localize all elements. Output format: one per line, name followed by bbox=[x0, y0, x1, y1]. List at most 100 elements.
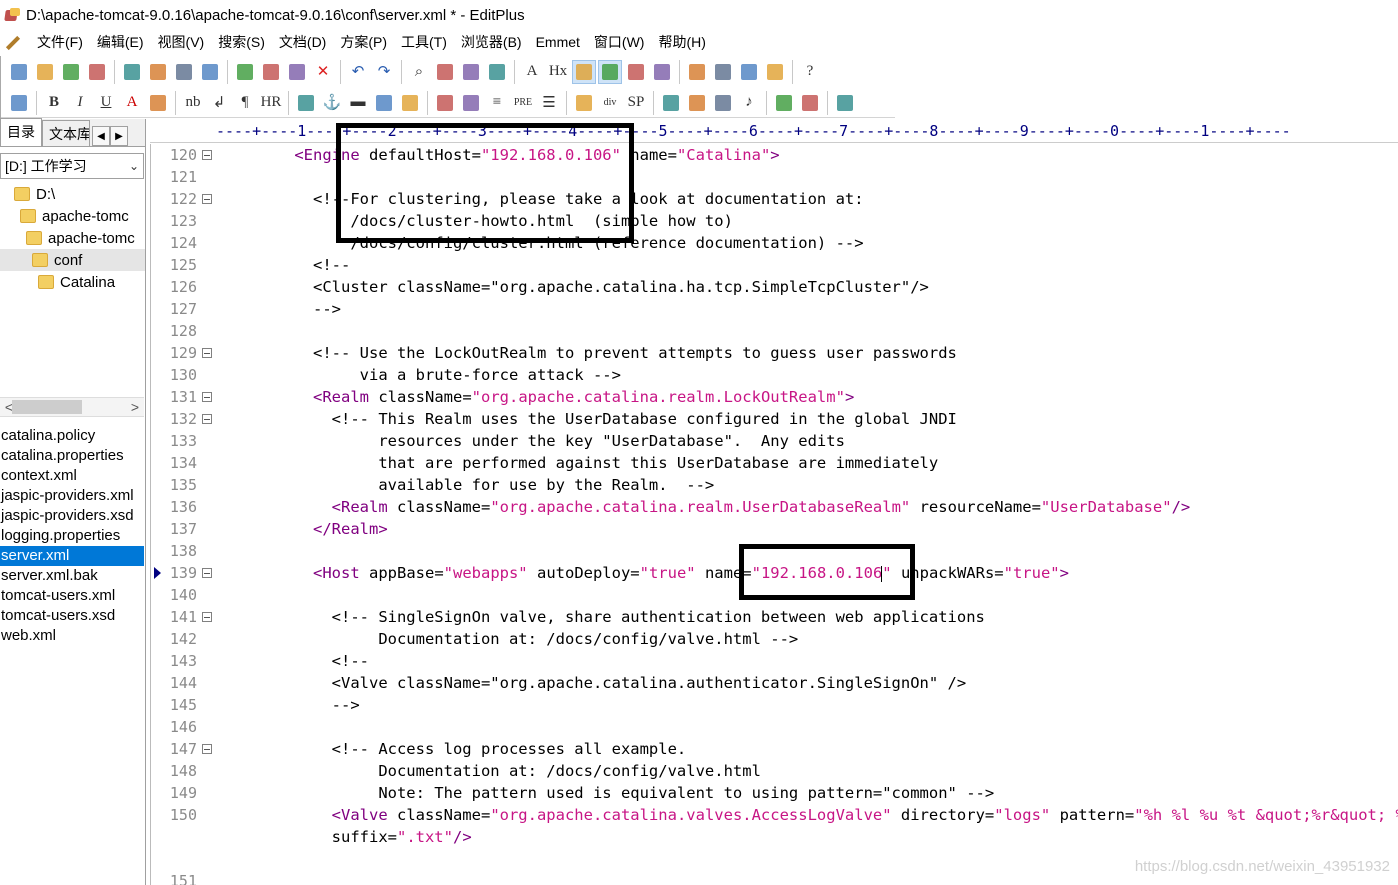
drive-select[interactable]: [D:] 工作学习 ⌄ bbox=[0, 153, 144, 179]
browser-button[interactable] bbox=[7, 91, 31, 115]
pre-button[interactable]: PRE bbox=[511, 91, 535, 115]
menu-search[interactable]: 搜索(S) bbox=[211, 31, 272, 53]
color-picker-button[interactable] bbox=[833, 91, 857, 115]
fold-toggle-icon[interactable] bbox=[202, 150, 212, 160]
underline-button[interactable]: U bbox=[94, 91, 118, 115]
menu-emmet[interactable]: Emmet bbox=[529, 31, 587, 53]
tree-item[interactable]: D:\ bbox=[0, 183, 145, 205]
layout-button[interactable] bbox=[798, 91, 822, 115]
file-list-item[interactable]: logging.properties bbox=[0, 526, 144, 546]
list-button[interactable]: ☰ bbox=[537, 91, 561, 115]
tab-right-arrow-icon[interactable]: ▶ bbox=[110, 126, 128, 146]
column-select-button[interactable] bbox=[624, 60, 648, 84]
hex-button[interactable]: Hx bbox=[546, 60, 570, 84]
file-list-item[interactable]: tomcat-users.xml bbox=[0, 586, 144, 606]
menu-document[interactable]: 文档(D) bbox=[272, 31, 333, 53]
open-folder-button[interactable] bbox=[33, 60, 57, 84]
color-palette-button[interactable] bbox=[146, 91, 170, 115]
window-new-button[interactable] bbox=[763, 60, 787, 84]
center-button[interactable]: ≡ bbox=[485, 91, 509, 115]
frame-button[interactable] bbox=[772, 91, 796, 115]
table-button[interactable] bbox=[433, 91, 457, 115]
italic-button[interactable]: I bbox=[68, 91, 92, 115]
fold-toggle-icon[interactable] bbox=[202, 612, 212, 622]
menu-edit[interactable]: 编辑(E) bbox=[90, 31, 151, 53]
scroll-right-icon[interactable]: > bbox=[126, 399, 144, 415]
help-button[interactable]: ? bbox=[798, 60, 822, 84]
comment-button[interactable] bbox=[398, 91, 422, 115]
script-button[interactable] bbox=[659, 91, 683, 115]
window-button[interactable] bbox=[685, 60, 709, 84]
file-list-item[interactable]: catalina.policy bbox=[0, 426, 144, 446]
fold-toggle-icon[interactable] bbox=[202, 348, 212, 358]
code-editor[interactable]: 120 <Engine defaultHost="192.168.0.106" … bbox=[150, 144, 1398, 885]
form-button[interactable] bbox=[459, 91, 483, 115]
fold-toggle-icon[interactable] bbox=[202, 392, 212, 402]
find-in-files-button[interactable] bbox=[459, 60, 483, 84]
paste-button[interactable] bbox=[285, 60, 309, 84]
tree-item[interactable]: apache-tomc bbox=[0, 205, 145, 227]
goto-line-button[interactable] bbox=[485, 60, 509, 84]
tree-item[interactable]: conf bbox=[0, 249, 145, 271]
music-button[interactable]: ♪ bbox=[737, 91, 761, 115]
scroll-thumb[interactable] bbox=[12, 400, 82, 414]
print-preview-button[interactable] bbox=[120, 60, 144, 84]
line-break-button[interactable]: ↲ bbox=[207, 91, 231, 115]
fold-toggle-icon[interactable] bbox=[202, 414, 212, 424]
line-numbers-button[interactable] bbox=[598, 59, 622, 84]
tab-directory[interactable]: 目录 bbox=[0, 118, 42, 146]
style-button[interactable] bbox=[685, 91, 709, 115]
menu-tools[interactable]: 工具(T) bbox=[394, 31, 454, 53]
file-list-item[interactable]: tomcat-users.xsd bbox=[0, 606, 144, 626]
save-all-button[interactable] bbox=[85, 60, 109, 84]
settings-button[interactable] bbox=[650, 60, 674, 84]
undo-button[interactable]: ↶ bbox=[346, 60, 370, 84]
file-list-item[interactable]: context.xml bbox=[0, 466, 144, 486]
window-tile-button[interactable] bbox=[711, 60, 735, 84]
font-button[interactable] bbox=[572, 91, 596, 115]
film-button[interactable] bbox=[711, 91, 735, 115]
cut-button[interactable] bbox=[233, 60, 257, 84]
menu-project[interactable]: 方案(P) bbox=[333, 31, 394, 53]
menu-view[interactable]: 视图(V) bbox=[151, 31, 212, 53]
file-list-item[interactable]: server.xml bbox=[0, 546, 144, 566]
anchor-button[interactable]: ⚓ bbox=[320, 91, 344, 115]
bold-button[interactable]: B bbox=[42, 91, 66, 115]
tree-item[interactable]: apache-tomc bbox=[0, 227, 145, 249]
file-list-item[interactable]: catalina.properties bbox=[0, 446, 144, 466]
paragraph-button[interactable]: ¶ bbox=[233, 91, 257, 115]
menu-browser[interactable]: 浏览器(B) bbox=[454, 31, 529, 53]
delete-button[interactable]: ✕ bbox=[311, 60, 335, 84]
copy-button[interactable] bbox=[259, 60, 283, 84]
file-list-item[interactable]: server.xml.bak bbox=[0, 566, 144, 586]
tree-item[interactable]: Catalina bbox=[0, 271, 145, 293]
tab-cliptext[interactable]: 文本库 bbox=[42, 120, 90, 146]
span-button[interactable]: SP bbox=[624, 91, 648, 115]
image-button[interactable] bbox=[294, 91, 318, 115]
hr-button[interactable]: ▬ bbox=[346, 91, 370, 115]
fold-toggle-icon[interactable] bbox=[202, 744, 212, 754]
new-file-button[interactable] bbox=[7, 60, 31, 84]
div-button[interactable]: div bbox=[598, 91, 622, 115]
refresh-button[interactable] bbox=[198, 60, 222, 84]
spell-check-button[interactable] bbox=[172, 60, 196, 84]
file-list-item[interactable]: jaspic-providers.xml bbox=[0, 486, 144, 506]
word-wrap-button[interactable] bbox=[572, 59, 596, 84]
file-list-item[interactable]: web.xml bbox=[0, 626, 144, 646]
file-list-item[interactable]: jaspic-providers.xsd bbox=[0, 506, 144, 526]
find-button[interactable]: ⌕ bbox=[407, 60, 431, 84]
print-button[interactable] bbox=[146, 60, 170, 84]
replace-button[interactable] bbox=[433, 60, 457, 84]
fold-toggle-icon[interactable] bbox=[202, 568, 212, 578]
tree-horizontal-scrollbar[interactable]: < > bbox=[0, 397, 144, 417]
nbsp-button[interactable]: nb bbox=[181, 91, 205, 115]
font-color-button[interactable]: A bbox=[120, 91, 144, 115]
menu-file[interactable]: 文件(F) bbox=[30, 31, 90, 53]
horizontal-rule-button[interactable]: HR bbox=[259, 91, 283, 115]
tab-left-arrow-icon[interactable]: ◀ bbox=[92, 126, 110, 146]
menu-help[interactable]: 帮助(H) bbox=[651, 31, 712, 53]
redo-button[interactable]: ↷ bbox=[372, 60, 396, 84]
window-cascade-button[interactable] bbox=[737, 60, 761, 84]
fold-toggle-icon[interactable] bbox=[202, 194, 212, 204]
edit-button[interactable] bbox=[372, 91, 396, 115]
